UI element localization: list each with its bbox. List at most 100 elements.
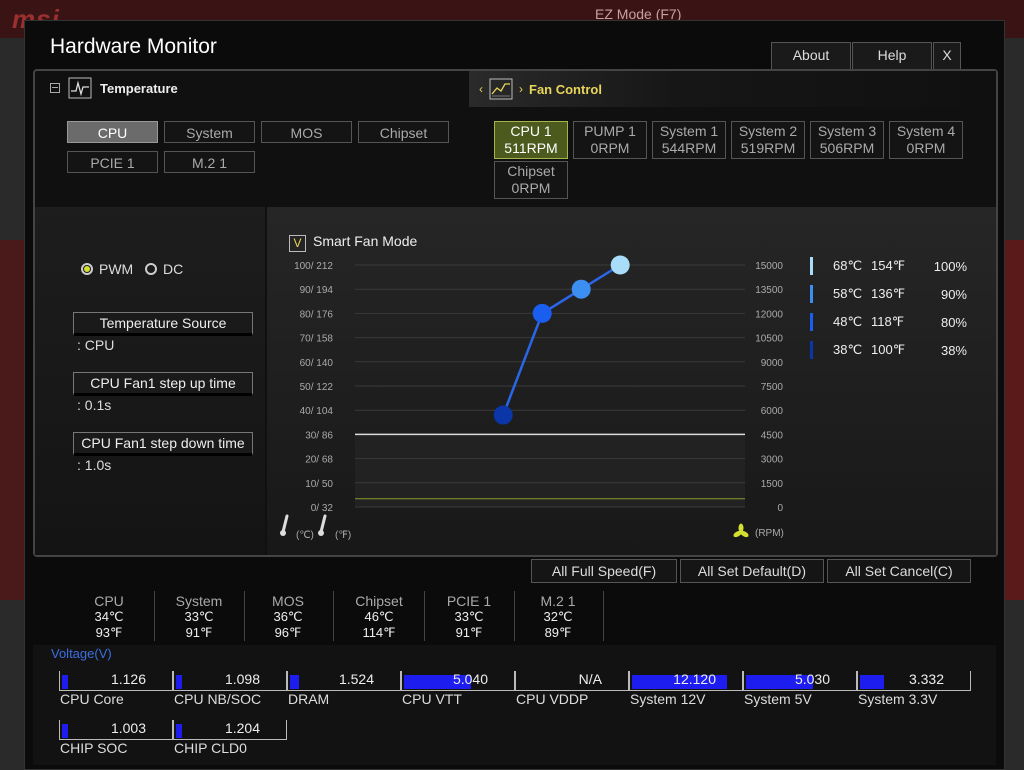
fan-curve-point-4[interactable] <box>610 255 630 275</box>
step-down-time-button[interactable]: CPU Fan1 step down time <box>73 432 253 456</box>
legend-fahrenheit: 136℉ <box>871 286 906 301</box>
chevron-left-icon[interactable]: ‹ <box>479 82 483 96</box>
voltage-value: 1.204 <box>224 720 260 736</box>
step-up-time-value: : 0.1s <box>77 397 112 413</box>
temp-source-system[interactable]: System <box>164 121 255 143</box>
about-button[interactable]: About <box>771 42 851 70</box>
dc-radio[interactable]: DC <box>145 261 183 277</box>
left-tick-label: 20/ 68 <box>305 455 333 466</box>
fan-rpm: 0RPM <box>590 140 630 156</box>
left-tick-label: 40/ 104 <box>300 406 334 417</box>
help-button[interactable]: Help <box>852 42 932 70</box>
voltage-bar-system-3-3v: 3.332 <box>857 671 971 691</box>
right-tick-label: 7500 <box>761 382 784 393</box>
left-tick-label: 10/ 50 <box>305 479 333 490</box>
voltage-name: CPU VTT <box>402 691 462 707</box>
legend-swatch <box>810 341 813 359</box>
all-set-cancel-button[interactable]: All Set Cancel(C) <box>827 559 971 583</box>
hardware-monitor-window: Hardware Monitor About Help X Temperatur… <box>24 20 1005 770</box>
temp-fahrenheit: 89℉ <box>544 625 572 640</box>
voltage-bar-chip-cld0: 1.204 <box>173 720 287 740</box>
temp-source-mos[interactable]: MOS <box>261 121 352 143</box>
voltage-fill <box>290 675 299 689</box>
temp-name: CPU <box>94 593 124 609</box>
temp-source-chipset[interactable]: Chipset <box>358 121 449 143</box>
temp-source-m-2-1[interactable]: M.2 1 <box>164 151 255 173</box>
right-tick-label: 13500 <box>755 285 783 296</box>
voltage-name: CPU VDDP <box>516 691 589 707</box>
left-tick-label: 90/ 194 <box>300 285 334 296</box>
fan-control-section-header[interactable]: ‹ › Fan Control <box>469 71 996 107</box>
voltage-fill <box>62 675 68 689</box>
thermometer-icon <box>319 514 327 534</box>
voltage-name: CPU Core <box>60 691 124 707</box>
chevron-right-icon[interactable]: › <box>519 82 523 96</box>
right-tick-label: 3000 <box>761 455 784 466</box>
fan-control-section-label: Fan Control <box>529 81 602 97</box>
right-tick-label: 1500 <box>761 479 784 490</box>
fan-cpu-1-button[interactable]: CPU 1 511RPM <box>494 121 568 159</box>
close-button[interactable]: X <box>933 42 961 70</box>
temp-name: Chipset <box>355 593 403 609</box>
temperature-source-button[interactable]: Temperature Source <box>73 312 253 336</box>
fan-name: CPU 1 <box>510 123 552 139</box>
temp-readout-cpu: CPU 34℃ 93℉ <box>64 593 154 641</box>
temp-name: PCIE 1 <box>446 593 492 609</box>
fan-system-2-button[interactable]: System 2 519RPM <box>731 121 805 159</box>
voltage-name: CHIP SOC <box>60 740 128 756</box>
temp-separator <box>603 591 604 641</box>
fan-name: PUMP 1 <box>584 123 636 139</box>
fan-curve-line <box>502 263 621 416</box>
fan-rpm: 519RPM <box>740 140 796 156</box>
temp-fahrenheit: 114℉ <box>362 625 396 640</box>
legend-row: 48℃ 118℉ 80% <box>810 313 967 331</box>
fan-curve-point-1[interactable] <box>493 405 513 425</box>
fan-curve-point-2[interactable] <box>532 303 552 323</box>
voltage-bar-system-5v: 5.030 <box>743 671 857 691</box>
voltage-bar-chip-soc: 1.003 <box>59 720 173 740</box>
temp-celsius: 34℃ <box>94 609 124 624</box>
voltage-value: 1.003 <box>110 720 146 736</box>
temp-source-cpu[interactable]: CPU <box>67 121 158 143</box>
temperature-section-header: Temperature <box>50 77 178 99</box>
pwm-radio-circle[interactable] <box>81 263 93 275</box>
fan-rpm: 0RPM <box>511 180 551 196</box>
legend-celsius: 68℃ <box>833 258 863 273</box>
collapse-icon[interactable] <box>50 83 60 93</box>
voltage-title: Voltage(V) <box>51 646 112 661</box>
legend-celsius: 38℃ <box>833 342 863 357</box>
step-up-time-button[interactable]: CPU Fan1 step up time <box>73 372 253 396</box>
fan-system-4-button[interactable]: System 4 0RPM <box>889 121 963 159</box>
fan-pump-1-button[interactable]: PUMP 1 0RPM <box>573 121 647 159</box>
temp-fahrenheit: 93℉ <box>95 625 123 640</box>
voltage-fill <box>860 675 884 689</box>
voltage-value: 1.126 <box>110 671 146 687</box>
legend-celsius: 48℃ <box>833 314 863 329</box>
voltage-name: System 12V <box>630 691 706 707</box>
right-tick-label: 10500 <box>755 334 783 345</box>
voltage-bar-cpu-vddp: N/A <box>515 671 629 691</box>
fan-chipset-button[interactable]: Chipset 0RPM <box>494 161 568 199</box>
voltage-bar-cpu-core: 1.126 <box>59 671 173 691</box>
left-tick-label: 70/ 158 <box>300 334 334 345</box>
temp-celsius: 33℃ <box>184 609 214 624</box>
legend-swatch <box>810 285 813 303</box>
pwm-radio[interactable]: PWM <box>81 261 133 277</box>
fan-rpm: 0RPM <box>906 140 946 156</box>
fan-rpm: 511RPM <box>504 140 558 156</box>
temp-source-pcie-1[interactable]: PCIE 1 <box>67 151 158 173</box>
fan-name: System 1 <box>659 123 719 139</box>
dc-radio-circle[interactable] <box>145 263 157 275</box>
left-tick-label: 60/ 140 <box>300 358 334 369</box>
fan-system-1-button[interactable]: System 1 544RPM <box>652 121 726 159</box>
fan-name: System 2 <box>738 123 798 139</box>
all-full-speed-button[interactable]: All Full Speed(F) <box>531 559 677 583</box>
temp-fahrenheit: 96℉ <box>274 625 302 640</box>
voltage-fill <box>62 724 68 738</box>
all-set-default-button[interactable]: All Set Default(D) <box>680 559 824 583</box>
monitor-panel: Temperature ‹ › Fan Control CPU System MOS… <box>33 69 998 557</box>
voltage-value: 3.332 <box>908 671 944 687</box>
fan-system-3-button[interactable]: System 3 506RPM <box>810 121 884 159</box>
legend-row: 38℃ 100℉ 38% <box>810 341 967 359</box>
fan-curve-point-3[interactable] <box>571 279 591 299</box>
